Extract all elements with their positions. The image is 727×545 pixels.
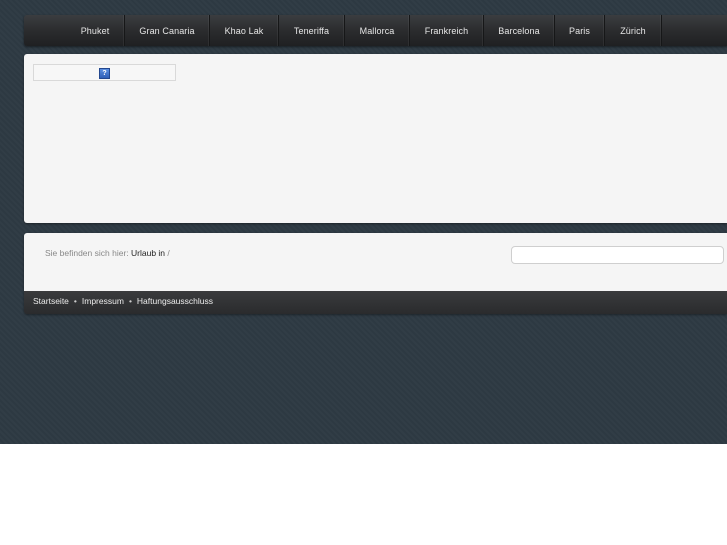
bottom-panel: Sie befinden sich hier: Urlaub in / Star… (24, 233, 727, 314)
embedded-widget: ? (33, 64, 176, 81)
nav-item-khao-lak[interactable]: Khao Lak (210, 15, 279, 46)
question-icon[interactable]: ? (99, 68, 110, 79)
nav-item-paris[interactable]: Paris (555, 15, 605, 46)
footer-links: Startseite • Impressum • Haftungsausschluss (33, 296, 213, 306)
footer-separator: • (73, 296, 77, 306)
footer-link-impressum[interactable]: Impressum (82, 296, 124, 306)
footer-bar: Startseite • Impressum • Haftungsausschluss (24, 291, 727, 314)
top-navigation: Phuket Gran Canaria Khao Lak Teneriffa M… (24, 15, 727, 46)
breadcrumb-link-urlaub[interactable]: Urlaub in (131, 248, 165, 258)
nav-item-gran-canaria[interactable]: Gran Canaria (125, 15, 210, 46)
nav-item-zuerich[interactable]: Zürich (605, 15, 662, 46)
nav-item-barcelona[interactable]: Barcelona (484, 15, 555, 46)
nav-item-frankreich[interactable]: Frankreich (410, 15, 484, 46)
nav-item-mallorca[interactable]: Mallorca (345, 15, 410, 46)
footer-separator: • (128, 296, 132, 306)
nav-item-teneriffa[interactable]: Teneriffa (279, 15, 345, 46)
content-panel: ? (24, 54, 727, 223)
search-input[interactable] (511, 246, 724, 264)
breadcrumb-separator: / (167, 248, 170, 258)
breadcrumb-prefix: Sie befinden sich hier: (45, 248, 129, 258)
breadcrumb: Sie befinden sich hier: Urlaub in / (45, 248, 170, 258)
footer-link-haftungsausschluss[interactable]: Haftungsausschluss (137, 296, 213, 306)
breadcrumb-area: Sie befinden sich hier: Urlaub in / (24, 233, 727, 291)
footer-link-startseite[interactable]: Startseite (33, 296, 69, 306)
nav-item-phuket[interactable]: Phuket (66, 15, 125, 46)
